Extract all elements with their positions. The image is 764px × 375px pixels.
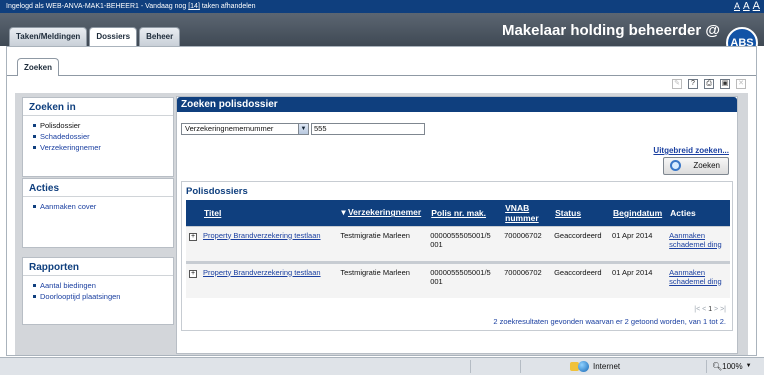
session-bar: Ingelogd als WEB-ANVA-MAK1-BEHEER1 - Van… <box>0 0 764 13</box>
row-verzekeringnemer: Testmigratie Marleen <box>337 225 428 262</box>
divider <box>470 360 471 373</box>
row-title-link[interactable]: Property Brandverzekering testlaan <box>203 268 321 277</box>
col-titel[interactable]: Titel <box>204 208 221 218</box>
col-verzekeringnemer[interactable]: Verzekeringnemer <box>348 207 421 217</box>
main-tabs: Taken/Meldingen Dossiers Beheer <box>9 27 182 46</box>
expand-icon[interactable]: + <box>189 232 197 241</box>
col-polis[interactable]: Polis nr. mak. <box>431 208 486 218</box>
save-icon[interactable]: ▣ <box>720 79 730 89</box>
actions-title: Acties <box>23 179 173 197</box>
pager-current: 1 <box>708 306 713 313</box>
row-action-link[interactable]: Aanmaken schademel ding <box>669 268 722 286</box>
login-suffix: taken afhandelen <box>199 3 256 10</box>
search-in-schadedossier[interactable]: Schadedossier <box>33 131 173 142</box>
login-text: Ingelogd als WEB-ANVA-MAK1-BEHEER1 - Van… <box>6 3 189 10</box>
row-verzekeringnemer: Testmigratie Marleen <box>337 260 428 298</box>
brand-title: Makelaar holding beheerder @ <box>501 22 720 39</box>
table-row: + Property Brandverzekering testlaan Tes… <box>186 260 730 298</box>
row-vnab: 700006702 <box>501 260 552 298</box>
advanced-search-link[interactable]: Uitgebreid zoeken... <box>653 146 729 155</box>
row-vnab: 700006702 <box>501 225 552 262</box>
row-begindatum: 01 Apr 2014 <box>609 225 667 262</box>
divider <box>520 360 521 373</box>
action-aanmaken-cover[interactable]: Aanmaken cover <box>33 201 173 212</box>
pager: |< < 1 > >| <box>694 306 726 313</box>
globe-icon <box>578 361 589 372</box>
help-icon[interactable]: ? <box>688 79 698 89</box>
task-count-link[interactable]: [14] <box>188 3 200 10</box>
report-aantal-biedingen[interactable]: Aantal biedingen <box>33 280 173 291</box>
close-icon[interactable]: ✕ <box>736 79 746 89</box>
zone-label: Internet <box>593 362 621 371</box>
font-size-large[interactable]: A <box>753 0 760 12</box>
col-vnab[interactable]: VNAB nummer <box>505 203 539 223</box>
select-value: Verzekeringnemernummer <box>185 124 274 133</box>
font-size-medium[interactable]: A <box>743 1 750 12</box>
font-size-small[interactable]: A <box>734 1 740 11</box>
search-in-verzekeringnemer[interactable]: Verzekeringnemer <box>33 142 173 153</box>
security-zone[interactable]: Internet <box>578 358 620 375</box>
row-polis: 0000055505001/5 001 <box>427 260 502 298</box>
results-summary: 2 zoekresultaten gevonden waarvan er 2 g… <box>493 317 726 326</box>
pager-prev[interactable]: < <box>702 306 706 313</box>
col-acties: Acties <box>670 207 696 218</box>
print-icon[interactable]: ⎙ <box>704 79 714 89</box>
col-begindatum[interactable]: Begindatum <box>613 208 662 218</box>
report-doorlooptijd[interactable]: Doorlooptijd plaatsingen <box>33 291 173 302</box>
col-status[interactable]: Status <box>555 208 581 218</box>
search-field-select[interactable]: Verzekeringnemernummer ▼ <box>181 123 309 135</box>
divider <box>706 360 707 373</box>
row-title-link[interactable]: Property Brandverzekering testlaan <box>203 231 321 240</box>
table-row: + Property Brandverzekering testlaan Tes… <box>186 225 730 262</box>
search-in-panel: Zoeken in Polisdossier Schadedossier Ver… <box>22 97 174 177</box>
tab-zoeken[interactable]: Zoeken <box>17 58 60 76</box>
pager-first[interactable]: |< <box>694 306 700 313</box>
magnifier-icon: 🔍︎ <box>712 362 723 371</box>
results-box: Polisdossiers Titel ▾ Verzekeringnemer P… <box>181 181 733 331</box>
row-status: Geaccordeerd <box>551 260 610 298</box>
divider <box>7 75 756 76</box>
search-in-polisdossier[interactable]: Polisdossier <box>33 120 173 131</box>
search-button[interactable]: Zoeken <box>663 157 729 175</box>
row-action-link[interactable]: Aanmaken schademel ding <box>669 231 722 249</box>
sort-desc-icon: ▾ <box>341 207 348 218</box>
tab-dossiers[interactable]: Dossiers <box>89 27 138 46</box>
panel-title: Zoeken polisdossier <box>177 97 737 112</box>
browser-status-bar: Internet 🔍︎ 100% ▼ <box>0 357 764 375</box>
row-polis: 0000055505001/5 001 <box>427 225 502 262</box>
search-input[interactable]: 555 <box>311 123 425 135</box>
toolbar: ✎ ? ⎙ ▣ ✕ <box>666 79 746 89</box>
reports-title: Rapporten <box>23 258 173 276</box>
tab-taken-meldingen[interactable]: Taken/Meldingen <box>9 27 88 46</box>
search-in-title: Zoeken in <box>23 98 173 116</box>
results-title: Polisdossiers <box>186 186 248 197</box>
pager-last[interactable]: >| <box>720 306 726 313</box>
app-header: Taken/Meldingen Dossiers Beheer Makelaar… <box>0 13 764 59</box>
search-button-label: Zoeken <box>693 161 720 170</box>
reports-panel: Rapporten Aantal biedingen Doorlooptijd … <box>22 257 174 325</box>
results-table: Titel ▾ Verzekeringnemer Polis nr. mak. … <box>186 200 730 298</box>
chevron-down-icon[interactable]: ▼ <box>746 358 752 375</box>
pager-next[interactable]: > <box>714 306 718 313</box>
tab-beheer[interactable]: Beheer <box>139 27 181 46</box>
row-status: Geaccordeerd <box>551 225 610 262</box>
expand-icon[interactable]: + <box>189 269 197 278</box>
chevron-down-icon[interactable]: ▼ <box>298 124 308 134</box>
zoom-control[interactable]: 🔍︎ 100% ▼ <box>712 358 752 375</box>
edit-icon[interactable]: ✎ <box>672 79 682 89</box>
actions-panel: Acties Aanmaken cover <box>22 178 174 248</box>
search-icon <box>670 160 681 171</box>
search-panel: Zoeken polisdossier Verzekeringnemernumm… <box>176 96 738 354</box>
row-begindatum: 01 Apr 2014 <box>609 260 667 298</box>
zoom-level: 100% <box>722 362 743 371</box>
font-size-controls: AAA <box>731 0 760 13</box>
